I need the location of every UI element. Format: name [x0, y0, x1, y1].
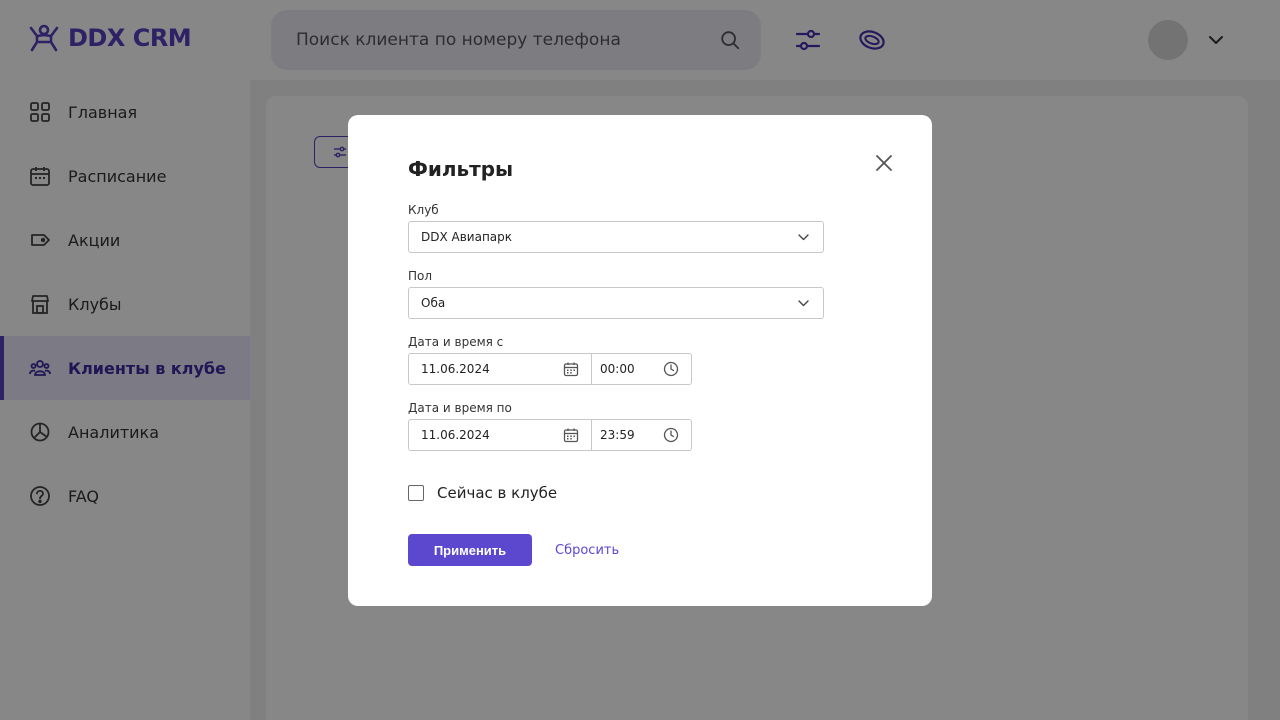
gender-value: Оба: [421, 296, 446, 310]
apply-button[interactable]: Применить: [408, 534, 532, 566]
gender-label: Пол: [408, 269, 433, 283]
from-date-input[interactable]: 11.06.2024: [408, 353, 592, 385]
modal-title: Фильтры: [408, 157, 514, 181]
to-date-input[interactable]: 11.06.2024: [408, 419, 592, 451]
in-club-checkbox-row[interactable]: Сейчас в клубе: [408, 484, 557, 502]
close-icon[interactable]: [872, 151, 896, 175]
gender-select[interactable]: Оба: [408, 287, 824, 319]
club-label: Клуб: [408, 203, 439, 217]
from-date-value: 11.06.2024: [421, 362, 490, 376]
calendar-icon[interactable]: [563, 361, 579, 377]
filters-modal: Фильтры Клуб DDX Авиапарк Пол Оба Дата и…: [348, 115, 932, 606]
reset-button[interactable]: Сбросить: [555, 534, 619, 566]
in-club-checkbox[interactable]: [408, 485, 424, 501]
from-datetime-group: 11.06.2024 00:00: [408, 353, 692, 385]
to-time-value: 23:59: [600, 428, 635, 442]
to-date-value: 11.06.2024: [421, 428, 490, 442]
clock-icon[interactable]: [663, 427, 679, 443]
chevron-down-icon: [798, 299, 809, 306]
clock-icon[interactable]: [663, 361, 679, 377]
from-time-value: 00:00: [600, 362, 635, 376]
club-value: DDX Авиапарк: [421, 230, 513, 244]
from-datetime-label: Дата и время с: [408, 335, 504, 349]
chevron-down-icon: [798, 233, 809, 240]
to-datetime-label: Дата и время по: [408, 401, 512, 415]
in-club-label: Сейчас в клубе: [437, 484, 558, 502]
to-time-input[interactable]: 23:59: [592, 419, 692, 451]
to-datetime-group: 11.06.2024 23:59: [408, 419, 692, 451]
from-time-input[interactable]: 00:00: [592, 353, 692, 385]
club-select[interactable]: DDX Авиапарк: [408, 221, 824, 253]
calendar-icon[interactable]: [563, 427, 579, 443]
